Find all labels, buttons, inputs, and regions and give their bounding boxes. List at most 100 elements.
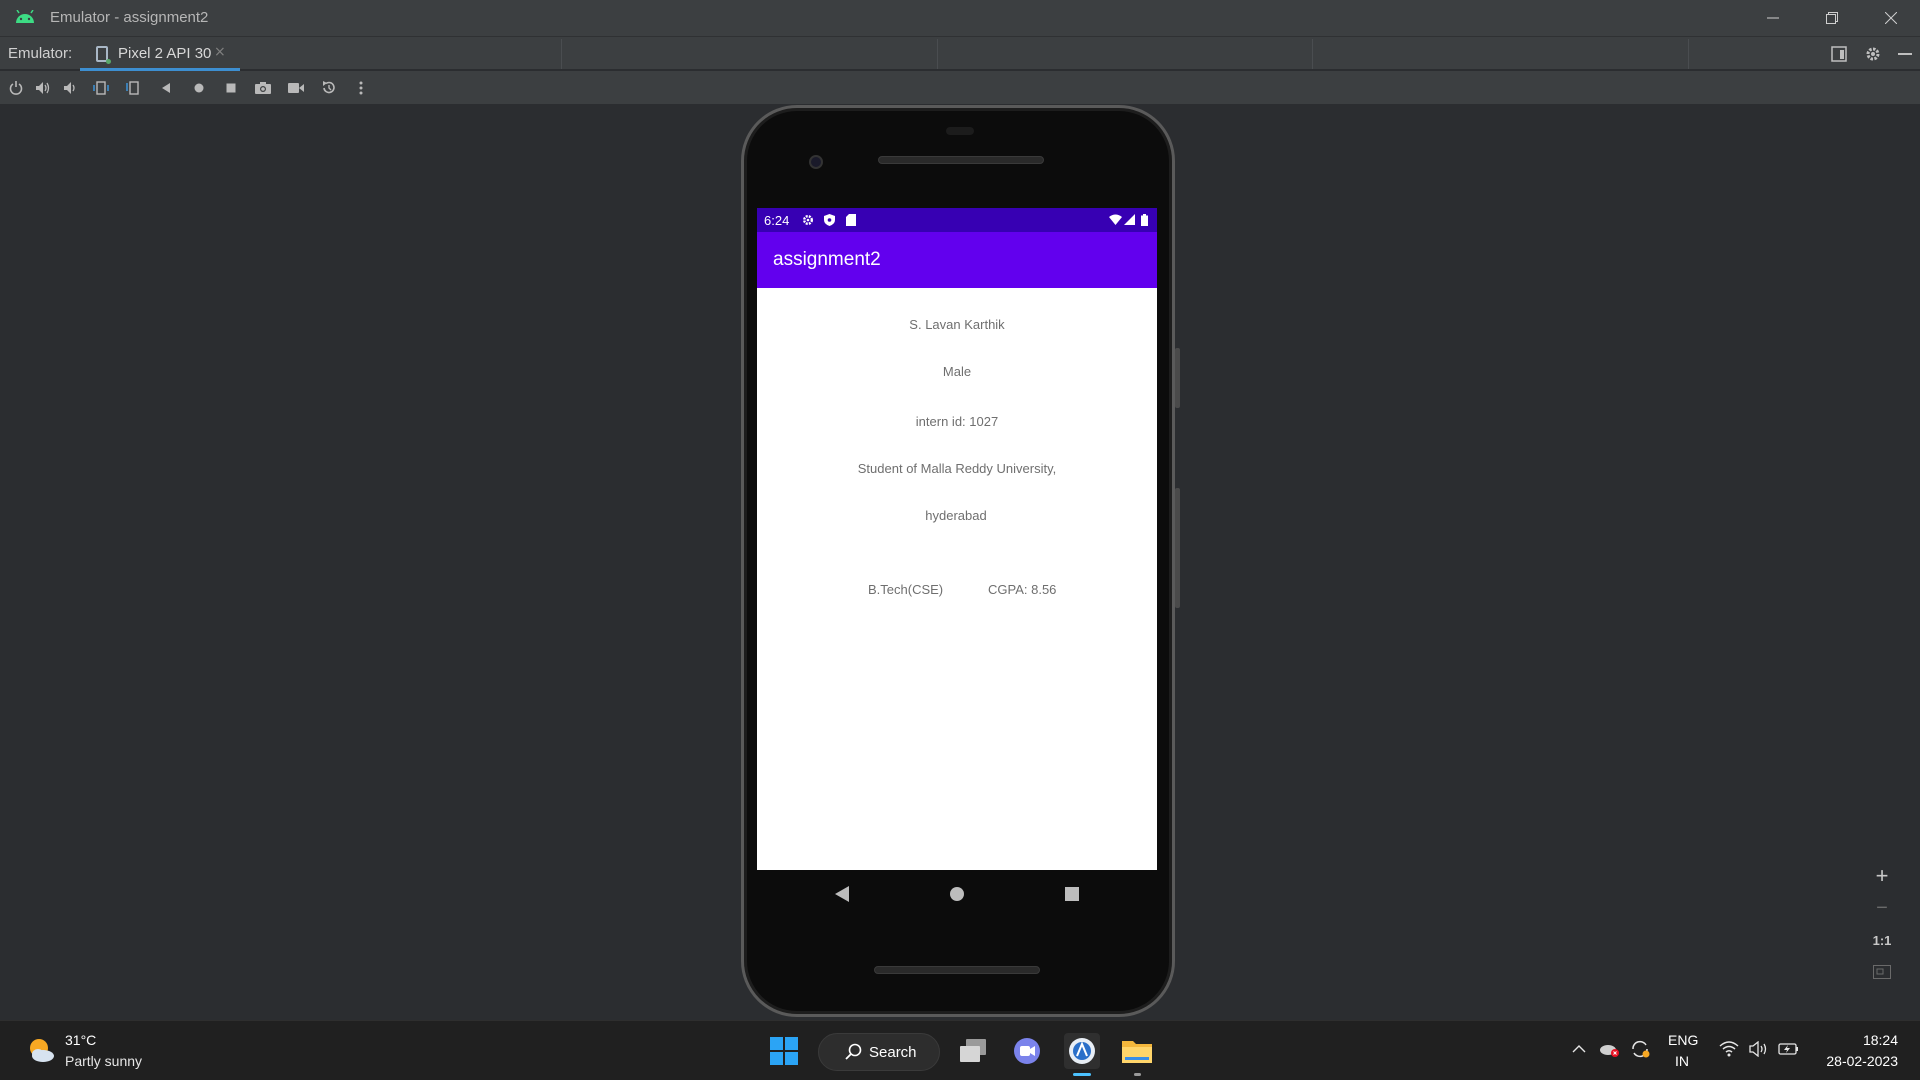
status-bar: 6:24 <box>757 208 1157 232</box>
nav-home-icon <box>950 887 964 901</box>
android-icon <box>16 10 34 23</box>
input-language[interactable]: ENG <box>1668 1032 1698 1048</box>
running-app-indicator <box>1134 1073 1141 1076</box>
earpiece-speaker <box>878 156 1044 164</box>
layout-toggle-icon[interactable] <box>1828 43 1850 65</box>
overview-icon[interactable] <box>220 77 242 99</box>
zoom-fit-button[interactable] <box>1866 958 1898 986</box>
nav-back-icon <box>835 886 849 902</box>
partly-sunny-icon[interactable] <box>26 1035 56 1065</box>
settings-gear-icon[interactable] <box>1862 43 1884 65</box>
tab-label: Pixel 2 API 30 <box>118 45 212 62</box>
fit-screen-icon <box>1873 965 1891 979</box>
emulator-tab-bar: Emulator: Pixel 2 API 30 × <box>0 36 1920 71</box>
weather-temperature[interactable]: 31°C <box>65 1032 96 1048</box>
signal-status-icon <box>1123 213 1136 226</box>
city-text: hyderabad <box>925 508 987 523</box>
hide-panel-icon[interactable] <box>1894 43 1916 65</box>
device-screen[interactable]: 6:24 assignment2 S. Lavan Karthik Male i… <box>757 208 1157 870</box>
proximity-sensor <box>946 127 974 135</box>
title-bar: Emulator - assignment2 <box>0 0 1920 36</box>
more-icon[interactable] <box>350 77 372 99</box>
folder-icon <box>1122 1041 1152 1063</box>
tab-divider <box>937 39 938 69</box>
student-name: S. Lavan Karthik <box>909 317 1005 332</box>
power-icon[interactable] <box>5 77 27 99</box>
android-studio-button[interactable] <box>1064 1033 1100 1069</box>
window-title: Emulator - assignment2 <box>50 9 209 26</box>
wifi-icon[interactable] <box>1717 1037 1741 1061</box>
student-gender: Male <box>942 364 972 379</box>
show-hidden-icons-chevron-icon[interactable] <box>1567 1037 1591 1061</box>
restore-button[interactable] <box>1803 0 1861 36</box>
status-time: 6:24 <box>764 213 790 228</box>
zoom-in-button[interactable]: + <box>1866 862 1898 890</box>
volume-icon[interactable] <box>1747 1037 1771 1061</box>
close-icon <box>1885 12 1897 24</box>
rotate-left-icon[interactable] <box>90 77 112 99</box>
nav-back-button[interactable] <box>832 884 852 904</box>
active-app-indicator <box>1073 1073 1091 1076</box>
task-view-button[interactable] <box>955 1033 991 1069</box>
cgpa-text: CGPA: 8.56 <box>988 582 1057 597</box>
tab-pixel-2-api-30[interactable]: Pixel 2 API 30 × <box>80 37 240 71</box>
tab-divider <box>1312 39 1313 69</box>
sd-card-notification-icon <box>844 213 857 226</box>
home-icon[interactable] <box>188 77 210 99</box>
tab-divider <box>561 39 562 69</box>
teams-chat-icon <box>1014 1038 1040 1064</box>
zoom-controls: + − 1:1 <box>1866 862 1898 992</box>
sync-icon[interactable] <box>1628 1037 1652 1061</box>
degree-text: B.Tech(CSE) <box>868 582 944 597</box>
task-view-icon <box>960 1039 986 1062</box>
volume-up-icon[interactable] <box>32 77 54 99</box>
snapshot-icon[interactable] <box>318 77 340 99</box>
bottom-speaker <box>874 966 1040 974</box>
taskbar-time[interactable]: 18:24 <box>1863 1032 1898 1048</box>
screenshot-icon[interactable] <box>252 77 274 99</box>
restore-icon <box>1826 12 1838 24</box>
nav-home-button[interactable] <box>947 884 967 904</box>
wifi-status-icon <box>1109 213 1122 226</box>
close-button[interactable] <box>1862 0 1920 36</box>
windows-taskbar: 31°C Partly sunny Search ENG IN 18:24 28… <box>0 1020 1920 1080</box>
tab-divider <box>1688 39 1689 69</box>
university-text: Student of Malla Reddy University, <box>857 461 1057 476</box>
search-label: Search <box>869 1044 917 1061</box>
taskbar-date[interactable]: 28-02-2023 <box>1826 1053 1898 1069</box>
screen-record-icon[interactable] <box>285 77 307 99</box>
battery-status-icon <box>1138 213 1151 226</box>
device-icon <box>96 46 111 64</box>
tab-close-icon[interactable]: × <box>214 44 226 60</box>
battery-charging-icon[interactable] <box>1777 1037 1801 1061</box>
windows-start-icon <box>770 1037 798 1065</box>
rotate-right-icon[interactable] <box>123 77 145 99</box>
front-camera-icon <box>809 155 823 169</box>
android-nav-bar <box>757 870 1157 918</box>
shield-notification-icon <box>823 213 836 226</box>
search-icon <box>845 1043 862 1060</box>
zoom-out-button[interactable]: − <box>1866 894 1898 922</box>
file-explorer-button[interactable] <box>1119 1033 1155 1069</box>
nav-overview-icon <box>1065 887 1079 901</box>
volume-down-icon[interactable] <box>59 77 81 99</box>
nav-overview-button[interactable] <box>1062 884 1082 904</box>
emulator-label: Emulator: <box>8 45 73 62</box>
teams-chat-button[interactable] <box>1009 1033 1045 1069</box>
zoom-1-to-1-button[interactable]: 1:1 <box>1866 926 1898 954</box>
minimize-button[interactable] <box>1744 0 1802 36</box>
input-region[interactable]: IN <box>1675 1053 1689 1069</box>
app-bar: assignment2 <box>757 232 1157 288</box>
onedrive-error-icon[interactable] <box>1597 1037 1621 1061</box>
power-side-button[interactable] <box>1175 348 1180 408</box>
android-studio-icon <box>1069 1038 1095 1064</box>
back-icon[interactable] <box>155 77 177 99</box>
start-button[interactable] <box>766 1033 802 1069</box>
intern-id: intern id: 1027 <box>915 414 999 429</box>
weather-condition[interactable]: Partly sunny <box>65 1053 142 1069</box>
taskbar-search[interactable]: Search <box>818 1033 940 1071</box>
emulator-toolbar <box>0 71 1920 105</box>
minimize-icon <box>1767 17 1779 19</box>
volume-side-button[interactable] <box>1175 488 1180 608</box>
settings-notification-icon <box>801 213 814 226</box>
